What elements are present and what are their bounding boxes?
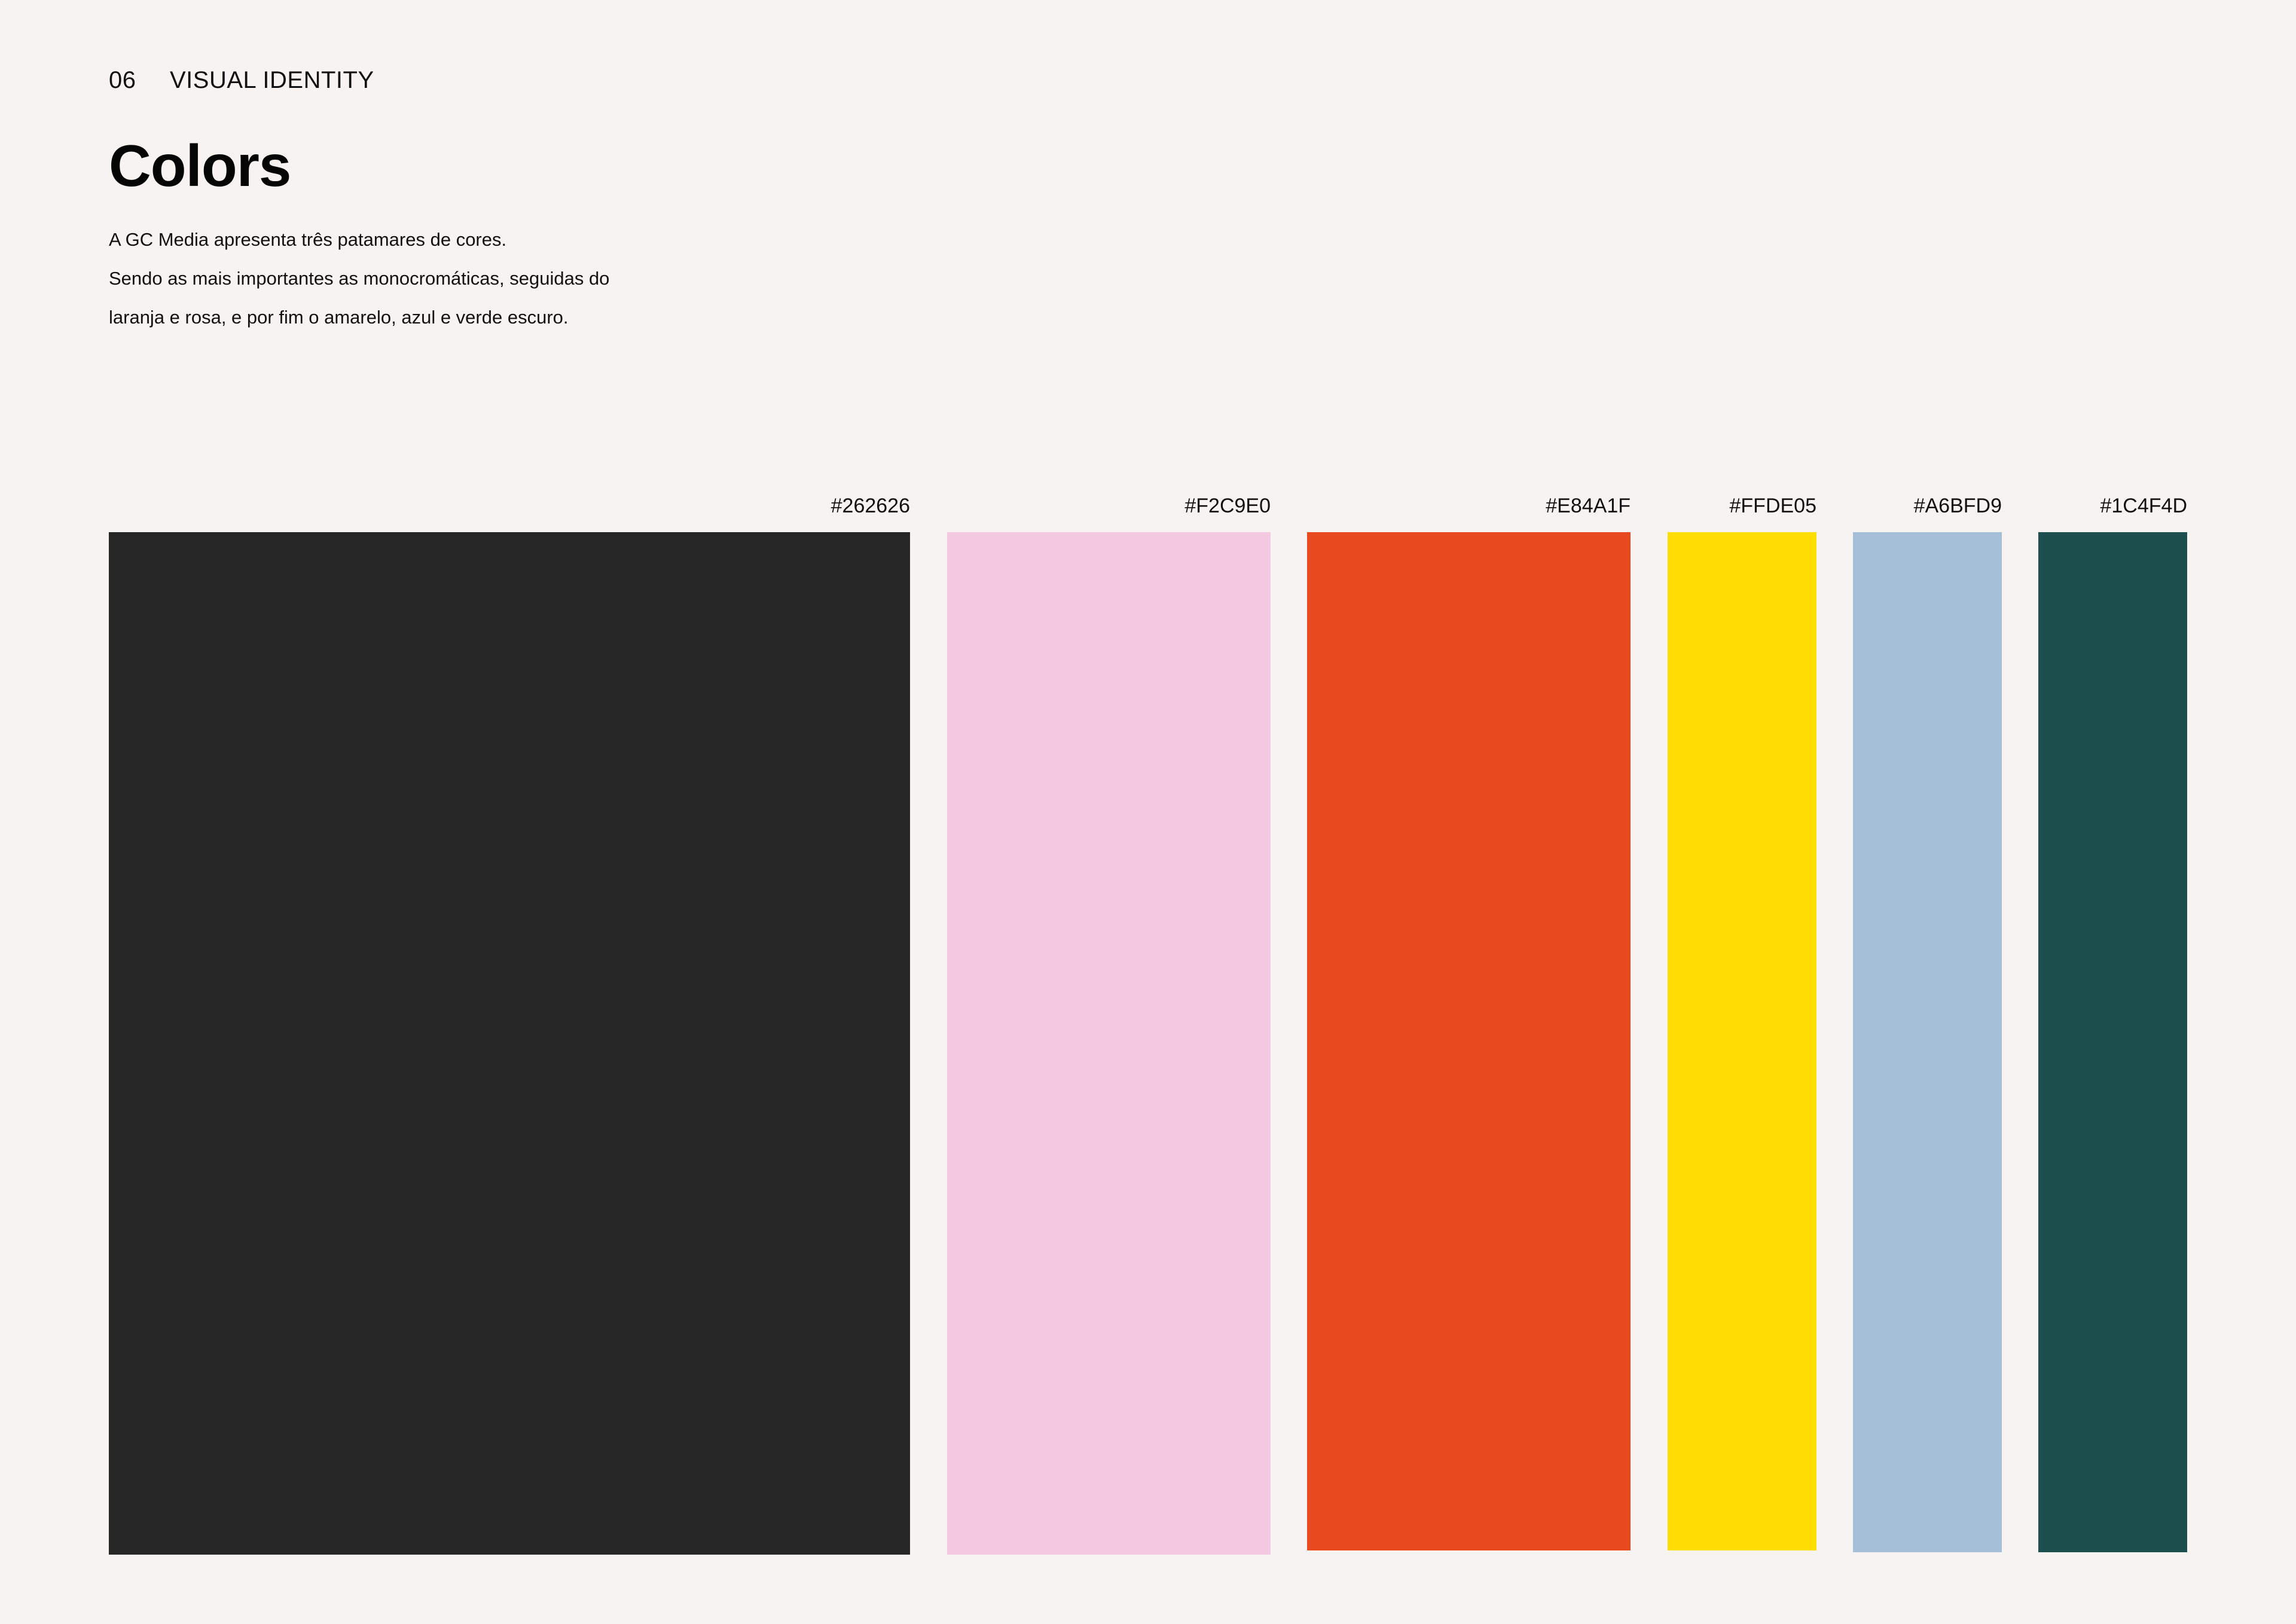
color-swatch-dark-green: #1C4F4D [2038, 490, 2187, 1556]
swatch-hex-label: #1C4F4D [2100, 494, 2187, 517]
description-line-1: A GC Media apresenta três patamares de c… [109, 229, 507, 250]
swatch-hex-label: #A6BFD9 [1913, 494, 2002, 517]
swatch-color-block [1853, 532, 2002, 1552]
swatch-hex-label: #F2C9E0 [1184, 494, 1271, 517]
swatch-hex-label: #262626 [831, 494, 910, 517]
color-swatch-orange: #E84A1F [1307, 490, 1631, 1556]
description: A GC Media apresenta três patamares de c… [109, 220, 767, 337]
color-swatch-black: #262626 [109, 490, 910, 1556]
swatch-hex-label: #E84A1F [1546, 494, 1631, 517]
color-swatch-blue: #A6BFD9 [1853, 490, 2002, 1556]
swatch-color-block [2038, 532, 2187, 1552]
color-swatch-yellow: #FFDE05 [1668, 490, 1816, 1556]
swatch-color-block [947, 532, 1271, 1555]
description-line-2: Sendo as mais importantes as monocromáti… [109, 268, 610, 289]
page-title: Colors [109, 133, 291, 199]
description-line-3: laranja e rosa, e por fim o amarelo, azu… [109, 307, 569, 328]
section-label: 06 VISUAL IDENTITY [109, 65, 374, 96]
swatch-hex-label: #FFDE05 [1729, 494, 1817, 517]
section-number: 06 [109, 67, 136, 93]
swatch-color-block [1668, 532, 1816, 1550]
section-name: VISUAL IDENTITY [170, 67, 374, 93]
swatch-color-block [109, 532, 910, 1555]
color-swatch-pink: #F2C9E0 [947, 490, 1271, 1556]
swatch-color-block [1307, 532, 1631, 1550]
